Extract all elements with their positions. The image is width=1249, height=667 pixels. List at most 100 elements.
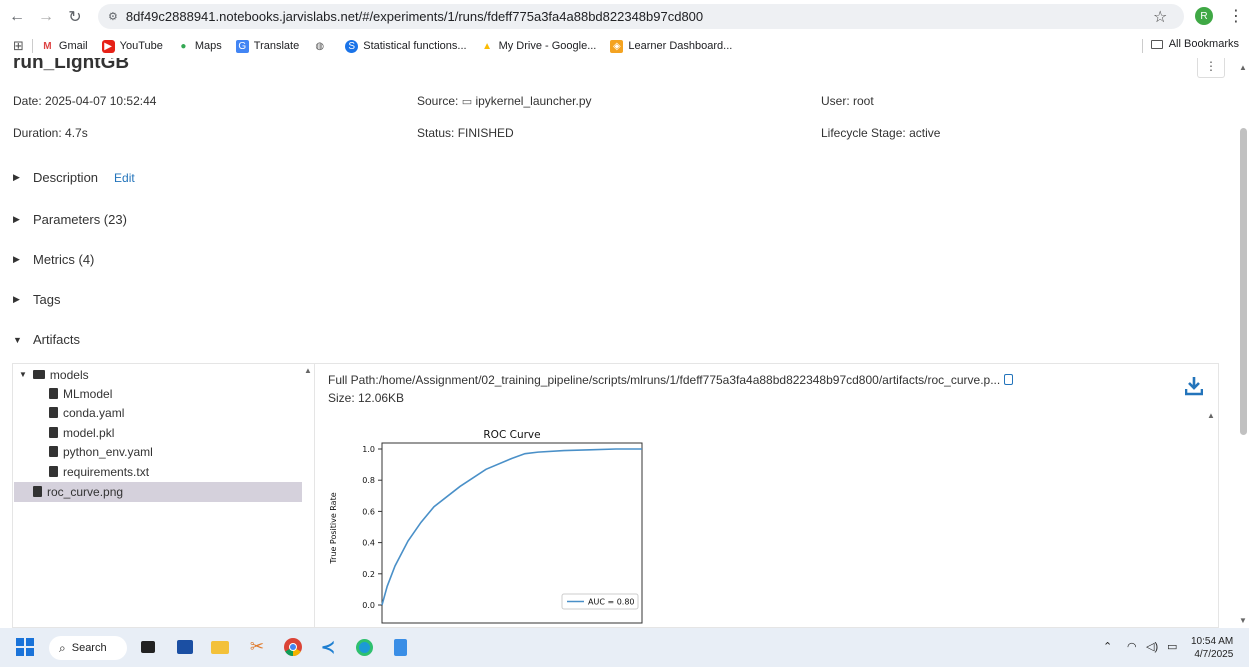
caret-right-icon: ▶ <box>13 254 20 264</box>
tree-folder-models[interactable]: ▼ models <box>19 365 89 384</box>
taskbar-clock[interactable]: 10:54 AM 4/7/2025 <box>1191 635 1233 661</box>
date-field: Date: 2025-04-07 10:52:44 <box>13 94 157 108</box>
bookmark-my-drive[interactable]: ▲ My Drive - Google... <box>481 40 596 53</box>
store-icon[interactable] <box>174 636 196 658</box>
reload-icon[interactable]: ↻ <box>64 6 86 28</box>
folder-icon <box>32 370 45 379</box>
maps-pin-icon: ● <box>180 40 187 52</box>
task-view-icon[interactable] <box>137 636 159 658</box>
apps-grid-icon[interactable]: ⊞ <box>13 38 24 54</box>
page-title: run_LightGB <box>13 58 130 73</box>
windows-taskbar: ⌕ Search ✂ ≺ ⌃ ◠ ◁) ▭ 10:54 AM 4/7/2025 <box>0 628 1249 667</box>
volume-icon[interactable]: ◁) <box>1146 640 1158 653</box>
image-file-icon <box>33 486 42 497</box>
source-link[interactable]: ipykernel_launcher.py <box>475 94 591 108</box>
battery-icon[interactable]: ▭ <box>1167 640 1177 653</box>
bookmarks-divider <box>31 39 33 53</box>
taskbar-search[interactable]: ⌕ Search <box>49 636 127 660</box>
statistical-functions-icon: S <box>345 39 359 53</box>
bookmark-translate[interactable]: G Translate <box>235 39 299 53</box>
vscode-icon[interactable]: ≺ <box>317 636 339 658</box>
bookmark-statistical-functions[interactable]: S Statistical functions... <box>345 39 467 53</box>
edge-icon[interactable] <box>353 636 375 658</box>
back-icon[interactable]: ← <box>6 6 28 28</box>
page-scrollbar[interactable]: ▲ ▼ <box>1238 58 1249 628</box>
learner-dashboard-icon: ◈ <box>610 39 624 53</box>
y-tick-label: 0.0 <box>362 601 375 610</box>
bookmark-maps[interactable]: ● Maps <box>177 40 221 53</box>
artifact-full-path: Full Path:/home/Assignment/02_training_p… <box>328 373 1014 387</box>
preview-scrollbar[interactable]: ▲ <box>1205 409 1216 628</box>
edit-description-link[interactable]: Edit <box>114 171 135 185</box>
caret-right-icon: ▶ <box>13 172 20 182</box>
tree-file-conda[interactable]: conda.yaml <box>49 403 124 422</box>
drive-icon: ▲ <box>482 40 493 52</box>
site-info-icon[interactable]: ⚙ <box>108 10 118 23</box>
metrics-section[interactable]: ▶ Metrics (4) <box>13 252 94 267</box>
tray-overflow-icon[interactable]: ⌃ <box>1103 640 1112 653</box>
preview-scroll-up-icon[interactable]: ▲ <box>1207 411 1215 420</box>
tree-file-roc-curve[interactable]: roc_curve.png <box>33 482 123 501</box>
parameters-section[interactable]: ▶ Parameters (23) <box>13 212 127 227</box>
copy-icon[interactable] <box>1004 374 1014 385</box>
page-scroll-down-icon[interactable]: ▼ <box>1239 616 1247 625</box>
y-tick-label: 0.6 <box>362 507 375 516</box>
y-axis-label: True Positive Rate <box>329 492 338 564</box>
bookmark-learner-dashboard[interactable]: ◈ Learner Dashboard... <box>610 39 732 53</box>
tree-file-python-env[interactable]: python_env.yaml <box>49 442 153 461</box>
status-field: Status: FINISHED <box>417 126 514 140</box>
profile-avatar[interactable]: R <box>1195 7 1213 25</box>
caret-down-icon: ▼ <box>19 370 27 379</box>
roc-curve-chart: ROC Curve True Positive Rate 0.0 0.2 0.4 0.6 0… <box>329 429 643 624</box>
caret-down-icon: ▼ <box>13 334 22 345</box>
page-scroll-up-icon[interactable]: ▲ <box>1239 63 1247 72</box>
lifecycle-field: Lifecycle Stage: active <box>821 126 941 140</box>
browser-menu-icon[interactable]: ⋮ <box>1228 6 1244 26</box>
file-explorer-icon[interactable] <box>209 636 231 658</box>
forward-icon[interactable]: → <box>35 6 57 28</box>
folder-icon <box>1150 39 1163 49</box>
page-scroll-thumb[interactable] <box>1240 128 1247 435</box>
artifact-tree: ▲ ▼ models MLmodel conda.yaml model.pkl … <box>13 364 315 628</box>
y-tick-label: 0.8 <box>362 476 375 485</box>
artifacts-section[interactable]: ▼ Artifacts <box>13 332 80 347</box>
artifacts-panel: ▲ ▼ models MLmodel conda.yaml model.pkl … <box>12 363 1219 628</box>
all-bookmarks-divider <box>1142 39 1143 53</box>
file-icon <box>49 446 58 457</box>
caret-right-icon: ▶ <box>13 294 20 304</box>
translate-icon: G <box>235 39 249 53</box>
chrome-icon[interactable] <box>282 636 304 658</box>
tags-section[interactable]: ▶ Tags <box>13 292 60 307</box>
windows-start-icon[interactable] <box>14 636 36 658</box>
tree-scroll-up-icon[interactable]: ▲ <box>304 366 312 375</box>
tree-file-model-pkl[interactable]: model.pkl <box>49 423 114 442</box>
file-icon <box>49 388 58 399</box>
download-icon[interactable] <box>1185 376 1203 396</box>
y-tick-label: 1.0 <box>362 445 375 454</box>
user-field: User: root <box>821 94 874 108</box>
bookmark-gmail[interactable]: M Gmail <box>41 40 87 53</box>
bookmark-star-icon[interactable]: ☆ <box>1153 7 1167 27</box>
url-text: 8df49c2888941.notebooks.jarvislabs.net/#… <box>125 9 704 24</box>
browser-toolbar: ← → ↻ ⚙ 8df49c2888941.notebooks.jarvisla… <box>0 0 1249 33</box>
snipping-tool-icon[interactable]: ✂ <box>246 636 268 658</box>
youtube-icon: ▶ <box>101 39 115 53</box>
tree-file-mlmodel[interactable]: MLmodel <box>49 384 112 403</box>
artifact-size: Size: 12.06KB <box>328 391 405 405</box>
notepad-icon[interactable] <box>389 636 411 658</box>
address-bar[interactable]: ⚙ 8df49c2888941.notebooks.jarvislabs.net… <box>98 4 1184 29</box>
all-bookmarks-button[interactable]: All Bookmarks <box>1150 38 1239 50</box>
file-icon <box>49 427 58 438</box>
artifact-preview: Full Path:/home/Assignment/02_training_p… <box>316 364 1218 628</box>
bookmarks-bar: ⊞ M Gmail ▶ YouTube ● Maps G Translate ◍ S St… <box>0 35 1249 57</box>
bookmark-globe[interactable]: ◍ <box>313 40 331 53</box>
run-menu-button[interactable]: ⋮ <box>1197 58 1225 78</box>
tree-file-requirements[interactable]: requirements.txt <box>49 462 149 481</box>
source-field: Source: ▭ ipykernel_launcher.py <box>417 94 592 108</box>
description-section[interactable]: ▶ Description Edit <box>13 170 135 185</box>
run-details-page: run_LightGB ⋮ Date: 2025-04-07 10:52:44 … <box>0 58 1249 628</box>
legend-label: AUC = 0.80 <box>588 598 635 607</box>
wifi-icon[interactable]: ◠ <box>1127 640 1137 653</box>
duration-field: Duration: 4.7s <box>13 126 88 140</box>
bookmark-youtube[interactable]: ▶ YouTube <box>101 39 163 53</box>
